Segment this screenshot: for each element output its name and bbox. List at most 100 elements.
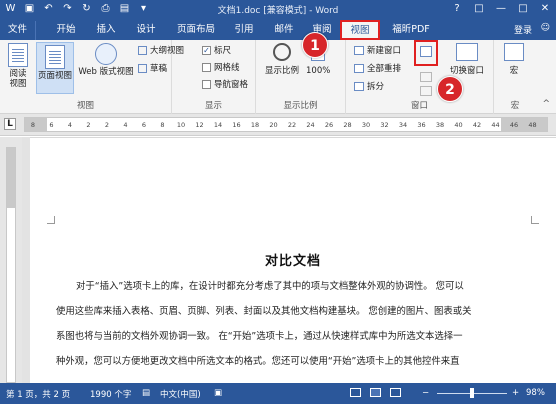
reset-window-position-icon[interactable] — [420, 86, 432, 96]
ruler-tick-label: 24 — [306, 121, 315, 129]
new-window-icon — [354, 45, 364, 55]
ruler-tick-label: 8 — [160, 121, 165, 129]
zoom-level[interactable]: 98% — [526, 388, 545, 398]
web-layout-status-icon[interactable] — [390, 388, 401, 397]
sync-scroll-icon[interactable] — [420, 72, 432, 82]
group-macros-label: 宏 — [510, 101, 520, 111]
horizontal-ruler[interactable]: 8 6 4 2 2 4 6 8 10 12 14 16 18 20 22 24 26 28 30 32 34 36 38 40… — [24, 117, 548, 132]
ruler-tick-label: 40 — [454, 121, 463, 129]
arrange-all-icon — [354, 63, 364, 73]
print-layout-label: 页面视图 — [37, 71, 72, 81]
gridlines-check-icon — [202, 62, 211, 72]
paragraph-line[interactable]: 种外观，您可以方便地更改文档中所选文本的格式。您还可以使用“开始”选项卡上的其他… — [56, 355, 532, 369]
ribbon: 阅读视图 页面视图 Web 版式视图 大纲视图 草稿 视图 ✓ 标尺 网格线 导… — [0, 40, 556, 114]
title-bar: W ▣ ↶ ↷ ↻ ⎙ ▤ ▾ 文档1.doc [兼容模式] - Word ? … — [0, 0, 556, 18]
nav-pane-checkbox[interactable]: 导航窗格 — [202, 78, 248, 90]
vertical-ruler-track — [6, 147, 16, 383]
read-mode-status-icon[interactable] — [350, 388, 361, 397]
ruler-tick-label: 36 — [417, 121, 426, 129]
switch-windows-icon — [456, 43, 478, 61]
zoom-slider-thumb[interactable] — [470, 388, 474, 398]
print-layout-status-icon[interactable] — [370, 388, 381, 397]
tab-references[interactable]: 引用 — [228, 21, 260, 40]
group-show: ✓ 标尺 网格线 导航窗格 显示 — [172, 40, 256, 114]
tab-view[interactable]: 视图 — [340, 20, 380, 40]
word-count[interactable]: 1990 个字 — [90, 388, 131, 400]
paragraph-line[interactable]: 使用这些库来插入表格、页眉、页脚、列表、封面以及其他文档构建基块。 您创建的图片… — [56, 305, 532, 319]
nav-pane-check-icon — [202, 79, 211, 89]
vertical-ruler[interactable] — [0, 137, 22, 383]
ruler-tick-label: 4 — [123, 121, 128, 129]
page-count[interactable]: 第 1 页，共 2 页 — [6, 388, 70, 400]
tab-file[interactable]: 文件 — [0, 21, 36, 40]
tab-mailings[interactable]: 邮件 — [268, 21, 300, 40]
ruler-tick-label: 30 — [361, 121, 371, 129]
maximize-icon[interactable]: □ — [516, 2, 530, 15]
ruler-tick-label: 26 — [324, 121, 334, 129]
ruler-tick-label: 20 — [269, 121, 278, 129]
tab-design[interactable]: 设计 — [130, 21, 162, 40]
ruler-label: 标尺 — [214, 46, 232, 56]
ribbon-display-icon[interactable]: □ — [472, 2, 486, 15]
zoom-in-icon[interactable]: + — [512, 388, 519, 398]
feedback-icon[interactable]: ☺ — [541, 23, 550, 33]
read-mode-button[interactable]: 阅读视图 — [4, 43, 32, 89]
switch-windows-label: 切换窗口 — [449, 66, 484, 76]
paragraph-line[interactable]: 系图也将与当前的文档外观协调一致。 在“开始”选项卡上，通过从快速样式库中为所选… — [56, 330, 532, 344]
group-zoom: 显示比例 100% 显示比例 — [256, 40, 346, 114]
paragraph-line[interactable]: 对于“插入”选项卡上的库，在设计时都充分考虑了其中的项与文档整体外观的协调性。 … — [56, 280, 532, 294]
macros-icon — [504, 43, 524, 61]
zoom-button[interactable]: 显示比例 — [262, 43, 302, 76]
macros-button[interactable]: 宏 — [500, 43, 528, 76]
zoom-label: 显示比例 — [264, 66, 299, 76]
group-window-label: 窗口 — [410, 101, 428, 111]
group-window: 新建窗口 全部重排 拆分 切换窗口 窗口 — [346, 40, 494, 114]
ruler-tick-label: 32 — [380, 121, 389, 129]
proofing-icon[interactable]: ▤ — [142, 388, 150, 398]
split-button[interactable]: 拆分 — [354, 80, 384, 92]
ruler-tick-label: 14 — [213, 121, 223, 129]
ruler-tick-label: 6 — [141, 121, 147, 129]
tab-foxit-pdf[interactable]: 福昕PDF — [386, 21, 436, 40]
new-window-button[interactable]: 新建窗口 — [354, 44, 401, 56]
window-controls: ? □ — □ ✕ — [450, 2, 552, 15]
arrange-all-button[interactable]: 全部重排 — [354, 62, 401, 74]
tab-home[interactable]: 开始 — [50, 21, 82, 40]
tab-selector[interactable]: L — [4, 118, 16, 130]
tab-page-layout[interactable]: 页面布局 — [170, 21, 222, 40]
split-label: 拆分 — [367, 82, 385, 92]
ruler-check-icon: ✓ — [202, 45, 211, 55]
zoom-out-icon[interactable]: − — [422, 388, 429, 398]
split-icon — [354, 81, 364, 91]
ruler-tick-label: 42 — [472, 121, 482, 129]
login-link[interactable]: 登录 — [514, 23, 532, 36]
minimize-icon[interactable]: — — [494, 2, 508, 15]
annotation-badge-1: 1 — [302, 32, 328, 58]
draft-label: 草稿 — [150, 64, 168, 74]
print-layout-icon — [45, 45, 65, 69]
switch-windows-button[interactable]: 切换窗口 — [446, 43, 488, 76]
draft-button[interactable]: 草稿 — [138, 62, 167, 74]
ruler-tick-label: 34 — [398, 121, 408, 129]
language-status[interactable]: 中文(中国) — [160, 388, 201, 400]
print-layout-button[interactable]: 页面视图 — [36, 42, 74, 94]
document-page[interactable]: 对比文档 对于“插入”选项卡上的库，在设计时都充分考虑了其中的项与文档整体外观的… — [30, 137, 556, 383]
ruler-tick-label: 44 — [491, 121, 500, 129]
document-area: 对比文档 对于“插入”选项卡上的库，在设计时都充分考虑了其中的项与文档整体外观的… — [22, 137, 556, 383]
magnifier-icon — [273, 43, 291, 61]
read-mode-label: 阅读视图 — [9, 69, 27, 89]
hundred-percent-label: 100% — [306, 66, 331, 76]
tab-insert[interactable]: 插入 — [90, 21, 122, 40]
ruler-tick-label: 16 — [232, 121, 241, 129]
gridlines-checkbox[interactable]: 网格线 — [202, 61, 240, 73]
document-title[interactable]: 对比文档 — [30, 250, 556, 269]
view-side-by-side-icon[interactable] — [420, 46, 432, 57]
web-layout-button[interactable]: Web 版式视图 — [76, 43, 136, 77]
ribbon-tabs: 文件 开始 插入 设计 页面布局 引用 邮件 审阅 视图 福昕PDF 登录 ☺ — [0, 18, 556, 40]
ruler-checkbox[interactable]: ✓ 标尺 — [202, 44, 231, 56]
macro-record-icon[interactable]: ▣ — [214, 388, 222, 398]
close-icon[interactable]: ✕ — [538, 2, 552, 15]
ruler-tick-label: 2 — [86, 121, 91, 129]
help-icon[interactable]: ? — [450, 2, 464, 15]
collapse-ribbon-icon[interactable]: ^ — [542, 99, 550, 109]
